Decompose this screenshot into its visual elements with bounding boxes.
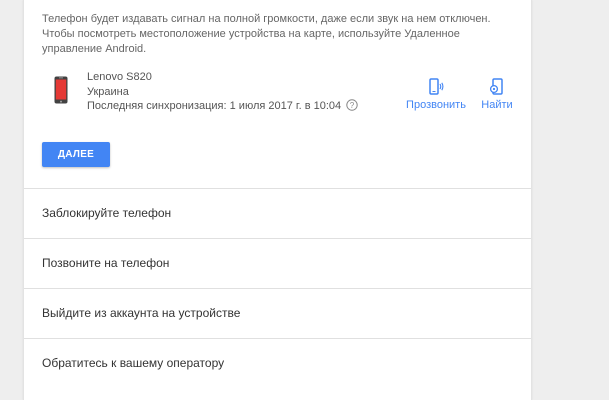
ring-label: Прозвонить <box>406 99 466 111</box>
help-icon[interactable]: ? <box>346 99 358 111</box>
next-button[interactable]: ДАЛЕЕ <box>42 142 110 167</box>
locate-phone-icon <box>489 78 503 95</box>
phone-icon <box>54 76 68 104</box>
device-last-sync: Последняя синхронизация: 1 июля 2017 г. … <box>87 100 342 112</box>
option-call-phone[interactable]: Позвоните на телефон <box>24 238 531 288</box>
svg-text:?: ? <box>350 101 355 110</box>
option-contact-carrier[interactable]: Обратитесь к вашему оператору <box>24 338 531 388</box>
find-button[interactable]: Найти <box>474 78 520 111</box>
description-line-2: Чтобы посмотреть местоположение устройст… <box>42 28 460 40</box>
device-name: Lenovo S820 <box>87 71 152 83</box>
option-lock-phone[interactable]: Заблокируйте телефон <box>24 188 531 238</box>
options-list: Заблокируйте телефон Позвоните на телефо… <box>24 188 531 388</box>
description-line-3: управление Android. <box>42 43 147 55</box>
ring-phone-icon <box>429 78 444 95</box>
device-country: Украина <box>87 86 129 98</box>
ring-button[interactable]: Прозвонить <box>402 78 470 111</box>
description: Телефон будет издавать сигнал на полной … <box>42 12 512 57</box>
find-label: Найти <box>481 99 513 111</box>
description-line-1: Телефон будет издавать сигнал на полной … <box>42 13 491 25</box>
device-row: Lenovo S820 Украина Последняя синхрониза… <box>24 68 531 116</box>
find-device-card: Телефон будет издавать сигнал на полной … <box>23 0 532 400</box>
option-sign-out[interactable]: Выйдите из аккаунта на устройстве <box>24 288 531 338</box>
